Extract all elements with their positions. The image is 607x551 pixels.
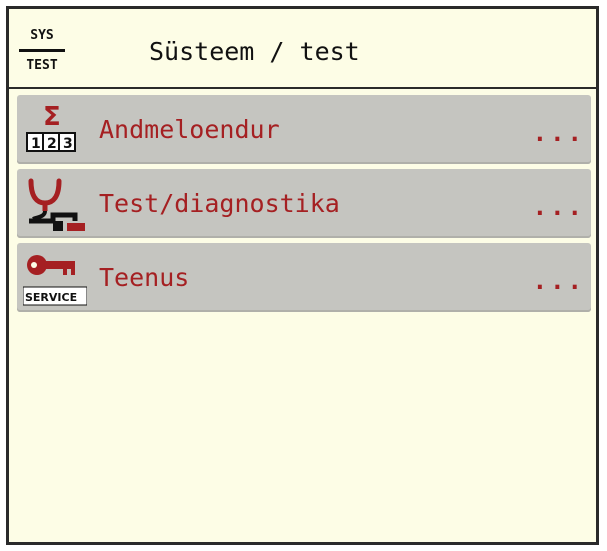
menu-item-label: Teenus [99,263,190,292]
stethoscope-icon [23,175,87,233]
more-indicator: ... [532,119,585,147]
page-title: Süsteem / test [149,37,360,66]
menu-item-service[interactable]: SERVICE Teenus ... [17,243,591,312]
sigma-glyph: Σ [43,102,61,132]
service-key-icon: SERVICE [22,249,88,307]
service-text: SERVICE [25,291,77,304]
menu-item-data-counter[interactable]: Σ 1 2 3 Andmeloendur ... [17,95,591,164]
badge-divider [19,49,65,52]
menu-list: Σ 1 2 3 Andmeloendur ... Test/diagnostik… [17,95,591,317]
menu-item-test-diagnostics[interactable]: Test/diagnostika ... [17,169,591,238]
sigma-counter-icon: Σ 1 2 3 [23,101,87,159]
menu-item-label: Andmeloendur [99,115,280,144]
screen: SYS TEST Süsteem / test Σ 1 2 3 Andmeloe… [6,6,599,545]
counter-digit: 2 [47,136,57,152]
badge-bottom-label: TEST [26,58,58,73]
more-indicator: ... [532,267,585,295]
counter-digit: 1 [31,136,41,152]
counter-digit: 3 [63,136,73,152]
more-indicator: ... [532,193,585,221]
badge-top-label: SYS [30,28,54,43]
sys-test-badge: SYS TEST [19,25,65,77]
header: SYS TEST Süsteem / test [9,9,596,89]
menu-item-label: Test/diagnostika [99,189,340,218]
